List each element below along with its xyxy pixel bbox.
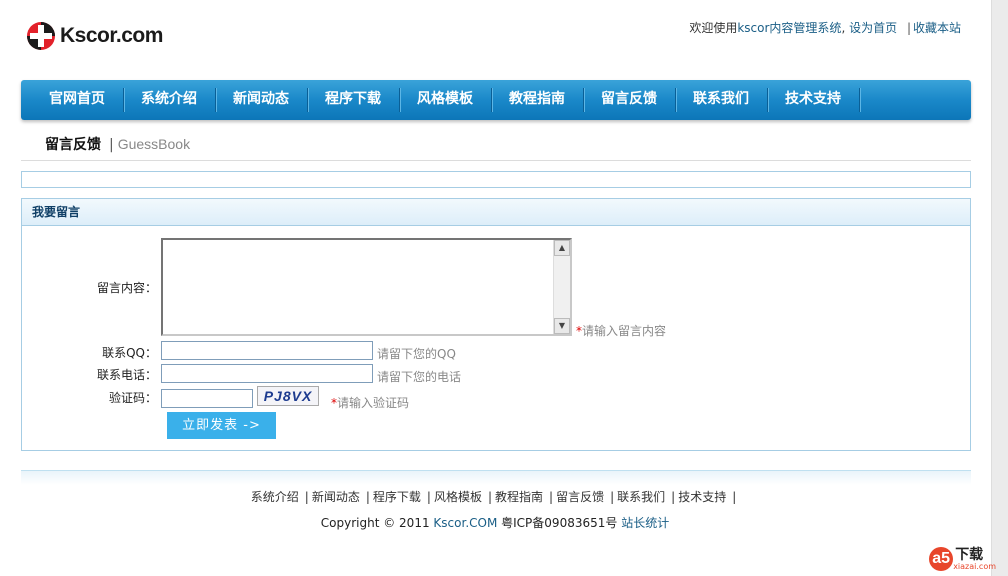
copyright: Copyright © 2011 Kscor.COM 粤ICP备09083651… [0, 514, 990, 531]
footer-link-tutorials[interactable]: 教程指南 [495, 490, 543, 504]
footer-separator: | [732, 490, 737, 504]
stats-link[interactable]: 站长统计 [621, 516, 669, 530]
content-hint: *请输入留言内容 [576, 322, 666, 339]
page-title-separator: | [109, 137, 114, 153]
footer-link-download[interactable]: 程序下载 [373, 490, 421, 504]
watermark-circle-icon: a5 [929, 547, 954, 571]
panel-title: 我要留言 [22, 199, 970, 226]
nav-item-home[interactable]: 官网首页 [31, 80, 123, 120]
nav-item-tutorials[interactable]: 教程指南 [491, 80, 583, 120]
page-title: 留言反馈 | GuessBook [45, 134, 190, 154]
nav-item-news[interactable]: 新闻动态 [215, 80, 307, 120]
nav-item-intro[interactable]: 系统介绍 [123, 80, 215, 120]
content-label: 留言内容： [96, 281, 157, 295]
qq-label: 联系QQ： [102, 346, 157, 360]
icp-number: 粤ICP备09083651号 [501, 516, 618, 530]
phone-hint: 请留下您的电话 [377, 370, 462, 384]
watermark-text-block: 下载 xiazai.com [953, 548, 996, 571]
copyright-site-link[interactable]: Kscor.COM [433, 516, 497, 530]
nav-item-download[interactable]: 程序下载 [307, 80, 399, 120]
page-title-en: GuessBook [117, 136, 191, 152]
top-links-separator: | [906, 21, 911, 35]
submit-button[interactable]: 立即发表 -> [167, 412, 276, 439]
divider [21, 160, 971, 161]
welcome-comma: , [841, 21, 846, 35]
qq-hint: 请留下您的QQ [377, 347, 456, 361]
empty-message-box [21, 171, 971, 188]
nav-item-support[interactable]: 技术支持 [767, 80, 859, 120]
footer-separator: | [549, 490, 554, 504]
scroll-up-icon[interactable]: ▲ [554, 240, 570, 256]
footer-link-news[interactable]: 新闻动态 [312, 490, 360, 504]
welcome-prefix: 欢迎使用 [689, 21, 738, 35]
content-textarea[interactable]: ▲ ▼ [161, 238, 572, 336]
nav-item-contact[interactable]: 联系我们 [675, 80, 767, 120]
top-links: 欢迎使用kscor内容管理系统, 设为首页 | 收藏本站 [689, 19, 961, 36]
footer-link-support[interactable]: 技术支持 [678, 490, 726, 504]
nav-divider [859, 88, 861, 112]
set-home-link[interactable]: 设为首页 [849, 21, 897, 35]
logo-text: Kscor.com [60, 24, 163, 47]
footer-link-guestbook[interactable]: 留言反馈 [556, 490, 604, 504]
phone-input[interactable] [161, 364, 373, 383]
page-vertical-scrollbar[interactable] [991, 0, 1008, 576]
site-logo[interactable]: Kscor.com [26, 21, 163, 51]
footer-link-templates[interactable]: 风格模板 [434, 490, 482, 504]
nav-item-templates[interactable]: 风格模板 [399, 80, 491, 120]
captcha-label: 验证码： [108, 391, 157, 405]
logo-mark-icon [26, 21, 56, 51]
captcha-input[interactable] [161, 389, 253, 408]
watermark-sub: xiazai.com [953, 561, 996, 571]
copyright-prefix: Copyright © 2011 [320, 516, 430, 530]
watermark-text: 下载 [955, 546, 984, 563]
footer-separator: | [304, 490, 309, 504]
footer-separator: | [610, 490, 615, 504]
phone-label: 联系电话： [96, 368, 157, 382]
footer-separator: | [365, 490, 370, 504]
footer-band [21, 470, 971, 485]
bookmark-link[interactable]: 收藏本站 [913, 21, 961, 35]
footer-link-contact[interactable]: 联系我们 [617, 490, 665, 504]
watermark-logo: a5 下载 xiazai.com [929, 547, 996, 571]
page-title-cn: 留言反馈 [45, 137, 101, 153]
content-hint-text: 请输入留言内容 [582, 324, 667, 338]
footer-link-intro[interactable]: 系统介绍 [251, 490, 299, 504]
captcha-image[interactable]: PJ8VX [257, 386, 319, 406]
main-nav: 官网首页 系统介绍 新闻动态 程序下载 风格模板 教程指南 留言反馈 联系我们 … [21, 80, 971, 120]
scroll-down-icon[interactable]: ▼ [554, 318, 570, 334]
footer-links: 系统介绍 | 新闻动态 | 程序下载 | 风格模板 | 教程指南 | 留言反馈 | 联系我们 | 技术支持 | [0, 488, 990, 505]
cms-link[interactable]: kscor内容管理系统 [737, 21, 841, 35]
qq-input[interactable] [161, 341, 373, 360]
footer-separator: | [487, 490, 492, 504]
captcha-hint: *请输入验证码 [331, 394, 409, 411]
captcha-hint-text: 请输入验证码 [337, 396, 410, 410]
textarea-scrollbar[interactable]: ▲ ▼ [553, 240, 570, 334]
footer-separator: | [426, 490, 431, 504]
nav-item-guestbook[interactable]: 留言反馈 [583, 80, 675, 120]
footer-separator: | [671, 490, 676, 504]
